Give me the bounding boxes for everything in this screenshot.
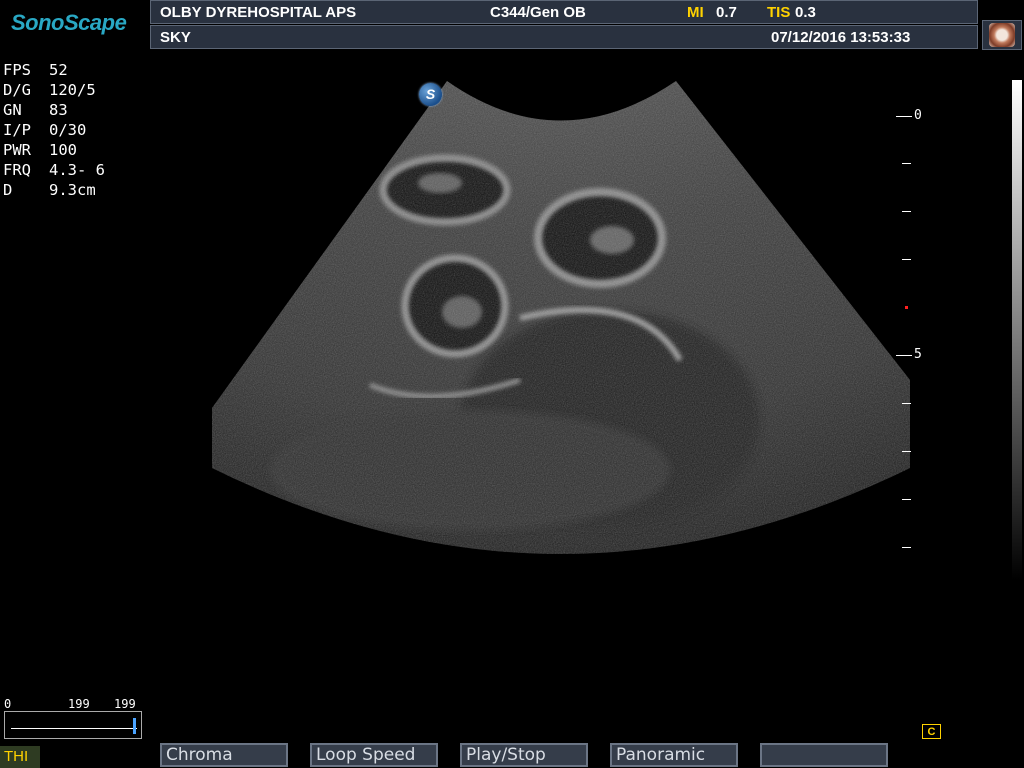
param-label: D [3,181,13,199]
chroma-button[interactable]: Chroma [160,743,288,767]
param-label: PWR [3,141,31,159]
param-row: PWR 100 [3,140,105,160]
header-row-2: SKY 07/12/2016 13:53:33 [150,25,978,49]
logo-area: SonoScape [0,0,150,50]
depth-tick [896,355,912,356]
grayscale-bar [1012,80,1022,580]
tis-value: 0.3 [795,4,816,21]
depth-tick [902,163,911,164]
probe-preset: C344/Gen OB [490,4,586,21]
cine-icon: C [922,724,941,739]
param-value: 9.3cm [49,181,96,199]
depth-tick [902,403,911,404]
empty-softkey[interactable] [760,743,888,767]
mi-label: MI [687,4,704,21]
thi-mode-tab[interactable]: THI [0,746,40,768]
param-value: 83 [49,101,68,119]
param-row: I/P 0/30 [3,120,105,140]
param-value: 0/30 [49,121,87,139]
param-value: 100 [49,141,77,159]
param-row: D/G 120/5 [3,80,105,100]
tis-label: TIS [767,4,791,21]
ultrasound-image [212,81,910,554]
param-value: 52 [49,61,68,79]
mi-value: 0.7 [716,4,737,21]
param-label: FRQ [3,161,31,179]
sonoscape-logo: SonoScape [11,10,127,35]
cine-current: 199 [68,697,90,711]
depth-tick [902,499,911,500]
param-row: D 9.3cm [3,180,105,200]
hospital-name: OLBY DYREHOSPITAL APS [160,4,357,21]
param-row: FRQ 4.3- 6 [3,160,105,180]
orientation-marker-icon: S [419,83,442,106]
header-row-1: OLBY DYREHOSPITAL APS C344/Gen OB MI 0.7… [150,0,978,24]
depth-label-0: 0 [914,108,922,123]
cine-slider[interactable] [4,711,142,739]
imaging-parameters: FPS 52 D/G 120/5 GN 83 I/P 0/30 PWR 100 FRQ 4.… [3,60,105,200]
datetime: 07/12/2016 13:53:33 [771,29,911,46]
depth-tick [902,547,911,548]
param-label: GN [3,101,22,119]
loop-speed-button[interactable]: Loop Speed [310,743,438,767]
param-value: 120/5 [49,81,96,99]
focus-marker[interactable] [905,306,908,309]
depth-tick [902,211,911,212]
param-row: GN 83 [3,100,105,120]
patient-name: SKY [160,29,191,46]
param-value: 4.3- 6 [49,161,105,179]
param-label: FPS [3,61,31,79]
depth-label-5: 5 [914,347,922,362]
param-label: I/P [3,121,31,139]
depth-tick [896,116,912,117]
cine-start: 0 [4,697,12,711]
fetus-icon [989,23,1015,47]
param-label: D/G [3,81,31,99]
cine-cursor[interactable] [133,718,136,734]
depth-tick [902,451,911,452]
panoramic-button[interactable]: Panoramic [610,743,738,767]
depth-tick [902,259,911,260]
fetus-thumbnail[interactable] [982,20,1022,50]
cine-track [11,728,137,729]
cine-end: 199 [114,697,136,711]
param-row: FPS 52 [3,60,105,80]
play-stop-button[interactable]: Play/Stop [460,743,588,767]
